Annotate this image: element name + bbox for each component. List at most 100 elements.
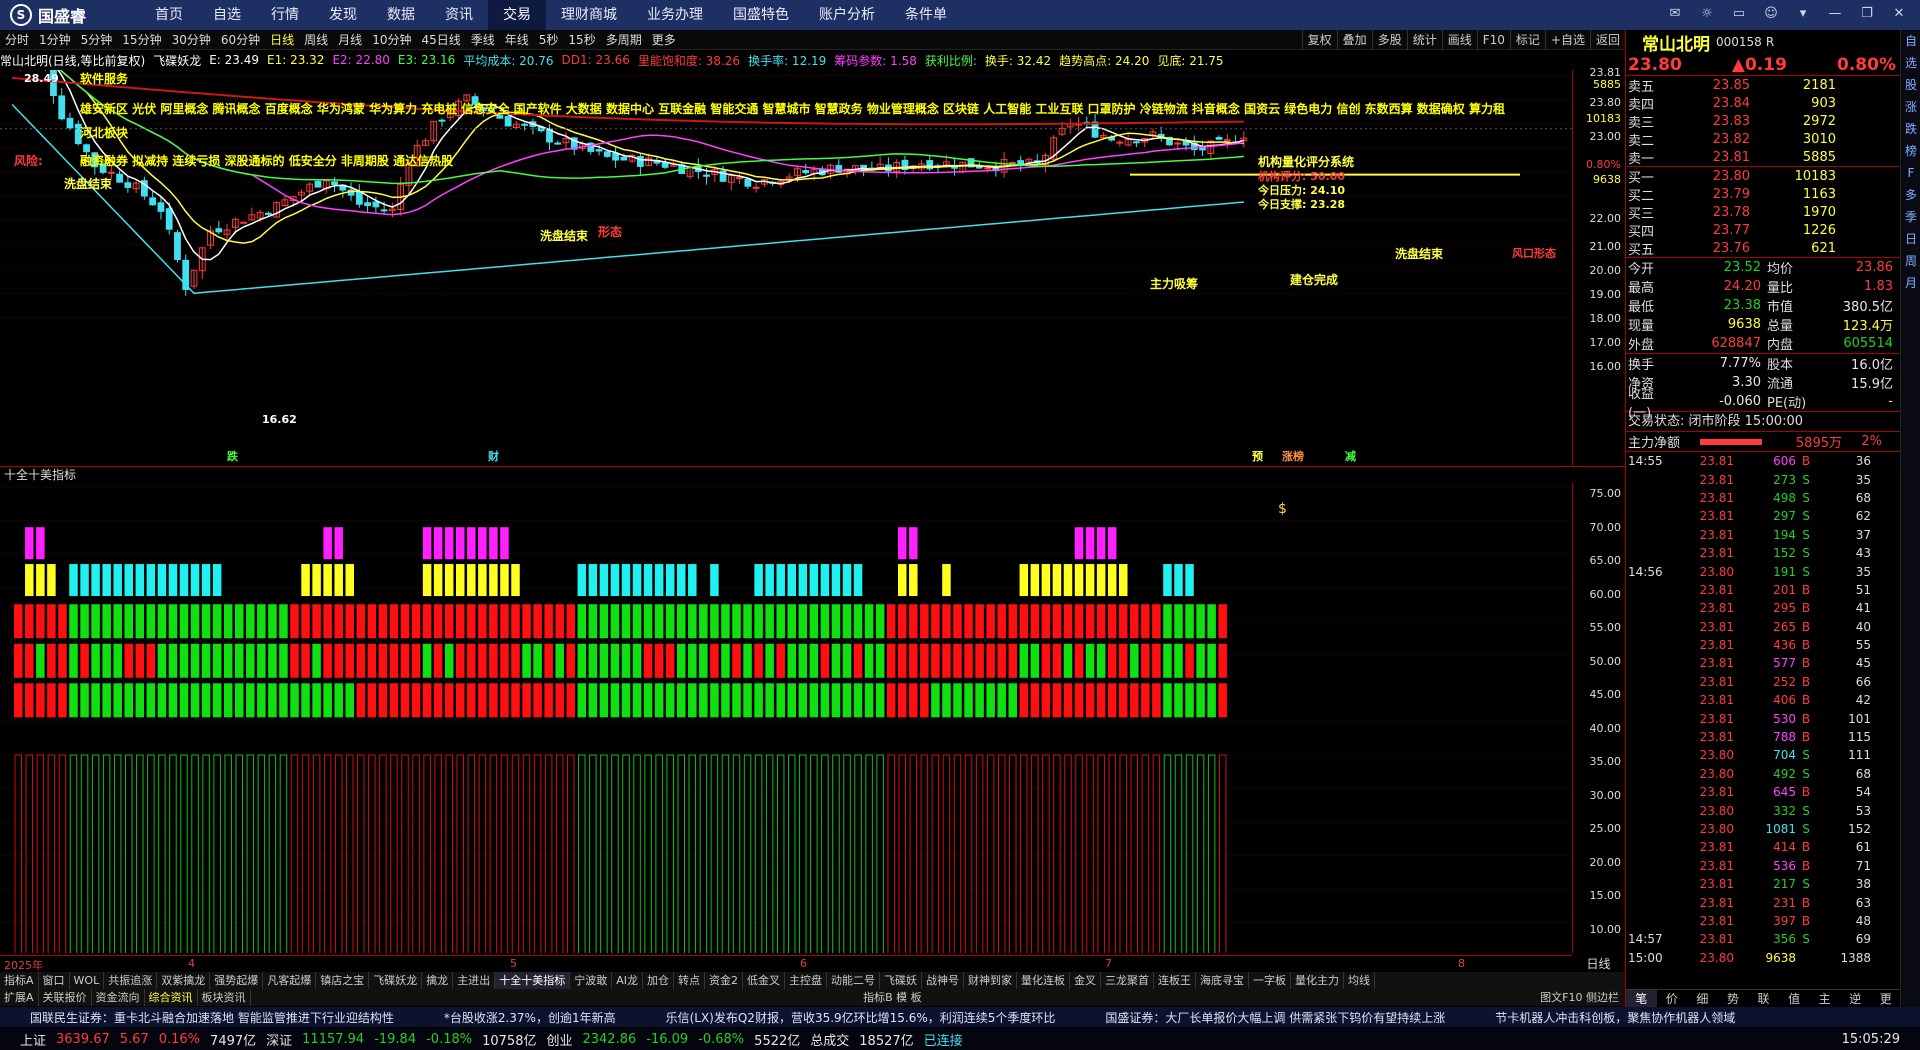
user-icon[interactable]: ☺ (1760, 4, 1782, 24)
period-tab-13[interactable]: 5秒 (534, 31, 564, 48)
period-tab-16[interactable]: 更多 (647, 31, 681, 48)
indicator-tab-28[interactable]: 一字板 (1249, 972, 1291, 989)
period-tab-10[interactable]: 45日线 (416, 31, 465, 48)
period-tab-15[interactable]: 多周期 (601, 31, 647, 48)
indicator-tab-5[interactable]: 强势起爆 (210, 972, 264, 989)
indicator-tab-21[interactable]: 战神号 (922, 972, 964, 989)
side-icon-9[interactable]: 日 (1901, 228, 1920, 250)
menu-item-3[interactable]: 发现 (314, 0, 372, 30)
minimize-icon[interactable]: — (1824, 4, 1846, 24)
menu-item-2[interactable]: 行情 (256, 0, 314, 30)
period-tab-8[interactable]: 月线 (333, 31, 367, 48)
indicator-tab-0[interactable]: 指标A (0, 972, 39, 989)
indicator-tab-1[interactable]: 窗口 (39, 972, 70, 989)
indicator-tab-24[interactable]: 金叉 (1070, 972, 1101, 989)
bottom-tab-4[interactable]: 板块资讯 (198, 989, 251, 1006)
menu-item-1[interactable]: 自选 (198, 0, 256, 30)
menu-item-7[interactable]: 理财商城 (546, 0, 632, 30)
sub-indicator-chart[interactable]: $ (0, 483, 1572, 953)
bid-row[interactable]: 买二 23.79 1163 (1626, 185, 1900, 204)
tool-7[interactable]: +自选 (1544, 30, 1590, 50)
quote-tab-8[interactable]: 更 (1871, 990, 1902, 1007)
news-item-0[interactable]: 国联民生证券：重卡北斗融合加速落地 智能监管推进下行业迎结构性 (30, 1009, 394, 1026)
indicator-tab-14[interactable]: 加仓 (643, 972, 674, 989)
period-tab-4[interactable]: 30分钟 (167, 31, 216, 48)
quote-tab-7[interactable]: 逆 (1840, 990, 1871, 1007)
side-icon-11[interactable]: 月 (1901, 272, 1920, 294)
side-icon-6[interactable]: F (1901, 162, 1920, 184)
quote-tab-3[interactable]: 势 (1718, 990, 1749, 1007)
maximize-icon[interactable]: ❐ (1856, 4, 1878, 24)
side-icon-7[interactable]: 多 (1901, 184, 1920, 206)
bottom-tab-2[interactable]: 资金流向 (92, 989, 145, 1006)
period-tab-2[interactable]: 5分钟 (76, 31, 118, 48)
tool-4[interactable]: 画线 (1441, 30, 1477, 50)
indicator-tab-29[interactable]: 量化主力 (1291, 972, 1344, 989)
indicator-tab-4[interactable]: 双紫擒龙 (157, 972, 211, 989)
menu-icon[interactable]: ▾ (1792, 4, 1814, 24)
tool-2[interactable]: 多股 (1371, 30, 1407, 50)
side-icon-5[interactable]: 榜 (1901, 140, 1920, 162)
period-tab-7[interactable]: 周线 (299, 31, 333, 48)
indicator-tab-15[interactable]: 转点 (674, 972, 705, 989)
indicator-tab-11[interactable]: 十全十美指标 (495, 972, 571, 989)
indicator-tab-13[interactable]: AI龙 (612, 972, 643, 989)
indicator-tab-30[interactable]: 均线 (1344, 972, 1375, 989)
quote-tab-4[interactable]: 联 (1748, 990, 1779, 1007)
period-tab-3[interactable]: 15分钟 (117, 31, 166, 48)
period-tab-5[interactable]: 60分钟 (216, 31, 265, 48)
quote-tab-1[interactable]: 价 (1657, 990, 1688, 1007)
indicator-b-template[interactable]: 指标B 模 板 (863, 989, 928, 1006)
period-tab-14[interactable]: 15秒 (563, 31, 600, 48)
side-icon-8[interactable]: 季 (1901, 206, 1920, 228)
ask-row[interactable]: 卖三 23.83 2972 (1626, 112, 1900, 131)
bottom-tab-0[interactable]: 扩展A (0, 989, 39, 1006)
period-tab-12[interactable]: 年线 (500, 31, 534, 48)
menu-item-11[interactable]: 条件单 (890, 0, 962, 30)
bottom-tab-3[interactable]: 综合资讯 (145, 989, 198, 1006)
bottom-tab-1[interactable]: 关联报价 (39, 989, 92, 1006)
indicator-tab-19[interactable]: 动能二号 (827, 972, 880, 989)
period-tab-6[interactable]: 日线 (265, 31, 299, 48)
tool-8[interactable]: 返回 (1589, 30, 1625, 50)
side-icon-0[interactable]: 自 (1901, 30, 1920, 52)
tool-3[interactable]: 统计 (1406, 30, 1442, 50)
indicator-tab-26[interactable]: 连板王 (1154, 972, 1196, 989)
indicator-tab-3[interactable]: 共振追涨 (104, 972, 158, 989)
skin-icon[interactable]: ☼ (1696, 4, 1718, 24)
indicator-tab-2[interactable]: WOL (70, 972, 105, 989)
quote-tab-2[interactable]: 细 (1687, 990, 1718, 1007)
tool-6[interactable]: 标记 (1509, 30, 1545, 50)
ask-row[interactable]: 卖五 23.85 2181 (1626, 76, 1900, 95)
menu-item-4[interactable]: 数据 (372, 0, 430, 30)
indicator-tab-17[interactable]: 低金叉 (743, 972, 785, 989)
news-item-3[interactable]: 国盛证券：大厂长单报价大幅上调 供需紧张下钨价有望持续上涨 (1105, 1009, 1445, 1026)
period-tab-1[interactable]: 1分钟 (34, 31, 76, 48)
quote-tab-0[interactable]: 笔 (1626, 990, 1657, 1007)
period-tab-9[interactable]: 10分钟 (367, 31, 416, 48)
message-icon[interactable]: ✉ (1664, 4, 1686, 24)
indicator-tab-16[interactable]: 资金2 (705, 972, 743, 989)
bid-row[interactable]: 买三 23.78 1970 (1626, 203, 1900, 222)
bid-row[interactable]: 买一 23.80 10183 (1626, 167, 1900, 186)
tool-1[interactable]: 叠加 (1336, 30, 1372, 50)
ask-row[interactable]: 卖二 23.82 3010 (1626, 130, 1900, 149)
news-item-4[interactable]: 节卡机器人冲击科创板，聚焦协作机器人领域 (1495, 1009, 1735, 1026)
indicator-tab-18[interactable]: 主控盘 (785, 972, 827, 989)
period-tab-11[interactable]: 季线 (466, 31, 500, 48)
ask-row[interactable]: 卖四 23.84 903 (1626, 94, 1900, 113)
menu-item-5[interactable]: 资讯 (430, 0, 488, 30)
indicator-tab-27[interactable]: 海底寻宝 (1196, 972, 1249, 989)
indicator-tab-23[interactable]: 量化连板 (1017, 972, 1070, 989)
indicator-tab-25[interactable]: 三龙聚首 (1101, 972, 1154, 989)
menu-item-10[interactable]: 账户分析 (804, 0, 890, 30)
close-icon[interactable]: ✕ (1888, 4, 1910, 24)
f10-sidebar-toggle[interactable]: 图文F10 侧边栏 (1540, 989, 1625, 1006)
side-icon-10[interactable]: 周 (1901, 250, 1920, 272)
indicator-tab-20[interactable]: 飞碟妖 (880, 972, 922, 989)
menu-item-9[interactable]: 国盛特色 (718, 0, 804, 30)
tool-0[interactable]: 复权 (1301, 30, 1337, 50)
news-item-2[interactable]: 乐信(LX)发布Q2财报，营收35.9亿环比增15.6%，利润连续5个季度环比 (666, 1009, 1056, 1026)
side-icon-1[interactable]: 选 (1901, 52, 1920, 74)
menu-item-0[interactable]: 首页 (140, 0, 198, 30)
